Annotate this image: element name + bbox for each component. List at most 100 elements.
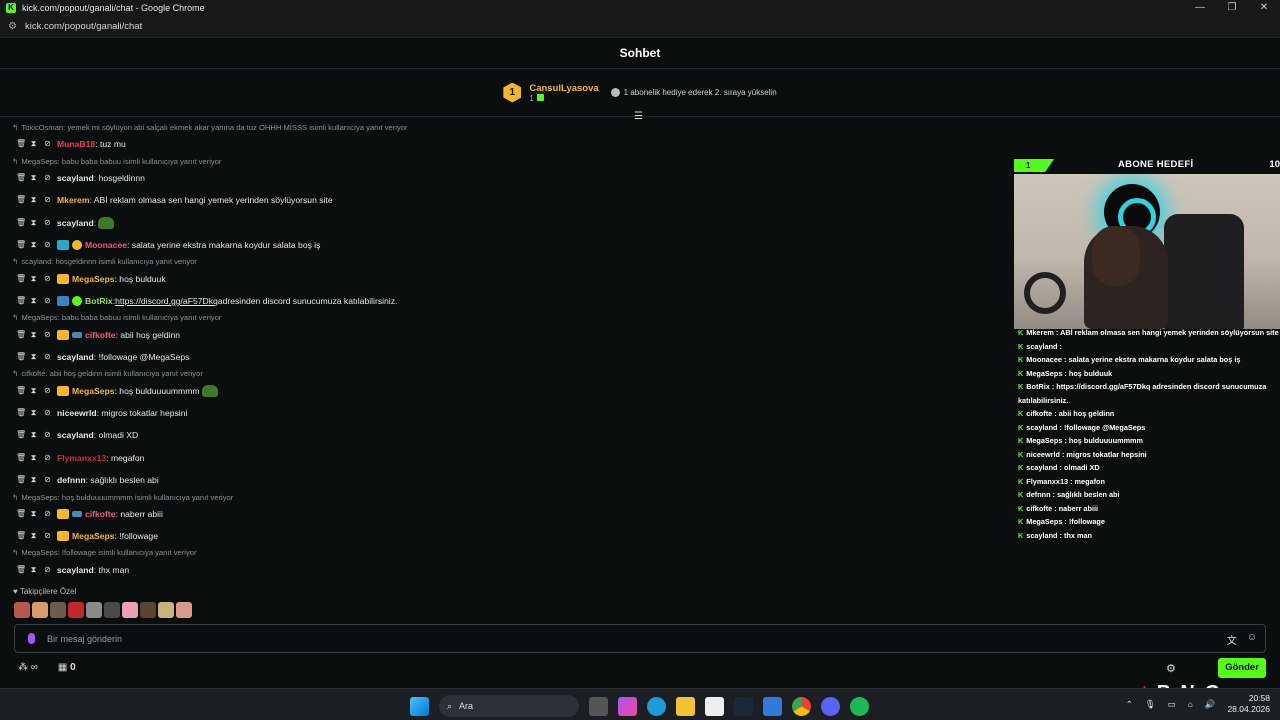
mail-icon[interactable] xyxy=(763,696,782,716)
delete-icon[interactable]: 🗑 xyxy=(16,386,26,396)
username[interactable]: MegaSeps xyxy=(72,386,115,396)
network-icon[interactable]: ⌂ xyxy=(1188,699,1193,709)
timeout-icon[interactable]: ⧗ xyxy=(30,274,37,284)
timeout-icon[interactable]: ⧗ xyxy=(30,296,37,306)
ban-icon[interactable]: ⊘ xyxy=(44,565,51,575)
spotify-icon[interactable] xyxy=(850,696,869,716)
url-text[interactable]: kick.com/popout/ganali/chat xyxy=(25,21,142,32)
steam-icon[interactable] xyxy=(734,696,753,716)
delete-icon[interactable]: 🗑 xyxy=(16,274,26,284)
settings-icon[interactable]: ⚙ xyxy=(1166,662,1176,675)
delete-icon[interactable]: 🗑 xyxy=(16,475,26,485)
delete-icon[interactable]: 🗑 xyxy=(16,195,26,205)
ban-icon[interactable]: ⊘ xyxy=(44,195,51,205)
delete-icon[interactable]: 🗑 xyxy=(16,430,26,440)
ban-icon[interactable]: ⊘ xyxy=(44,330,51,340)
timeout-icon[interactable]: ⧗ xyxy=(30,386,37,396)
delete-icon[interactable]: 🗑 xyxy=(16,408,26,418)
ban-icon[interactable]: ⊘ xyxy=(44,274,51,284)
username[interactable]: scayland xyxy=(57,173,94,183)
timeout-icon[interactable]: ⧗ xyxy=(30,173,37,183)
username[interactable]: niceewrld xyxy=(57,408,97,418)
timeout-icon[interactable]: ⧗ xyxy=(30,531,37,541)
timeout-icon[interactable]: ⧗ xyxy=(30,195,37,205)
ban-icon[interactable]: ⊘ xyxy=(44,453,51,463)
site-info-icon[interactable]: ⚙ xyxy=(8,21,17,32)
timeout-icon[interactable]: ⧗ xyxy=(30,330,37,340)
copilot-icon[interactable] xyxy=(618,696,637,716)
delete-icon[interactable]: 🗑 xyxy=(16,453,26,463)
ban-icon[interactable]: ⊘ xyxy=(44,173,51,183)
send-button[interactable]: Gönder xyxy=(1218,658,1266,678)
mic-tray-icon[interactable]: 🎙 xyxy=(1145,699,1156,710)
timeout-icon[interactable]: ⧗ xyxy=(30,453,37,463)
address-bar[interactable]: ⚙ kick.com/popout/ganali/chat xyxy=(0,16,1280,38)
delete-icon[interactable]: 🗑 xyxy=(16,330,26,340)
emote[interactable] xyxy=(104,602,120,618)
taskbar-search[interactable]: ⌕ Ara xyxy=(439,695,579,717)
username[interactable]: BotRix xyxy=(85,296,113,306)
ban-icon[interactable]: ⊘ xyxy=(44,296,51,306)
delete-icon[interactable]: 🗑 xyxy=(16,296,26,306)
ban-icon[interactable]: ⊘ xyxy=(44,386,51,396)
ban-icon[interactable]: ⊘ xyxy=(44,430,51,440)
username[interactable]: Moonacee xyxy=(85,240,127,250)
top-gifter-name[interactable]: CansulLyasova xyxy=(529,83,598,94)
username[interactable]: cifkofte xyxy=(85,330,116,340)
delete-icon[interactable]: 🗑 xyxy=(16,509,26,519)
discord-icon[interactable] xyxy=(821,696,840,716)
emote[interactable] xyxy=(140,602,156,618)
emote[interactable] xyxy=(176,602,192,618)
username[interactable]: defnnn xyxy=(57,475,86,485)
emote[interactable] xyxy=(32,602,48,618)
chrome-icon[interactable] xyxy=(792,696,811,716)
delete-icon[interactable]: 🗑 xyxy=(16,565,26,575)
username[interactable]: MunaB18 xyxy=(57,139,95,149)
ban-icon[interactable]: ⊘ xyxy=(44,475,51,485)
mic-icon[interactable] xyxy=(28,633,35,644)
emote[interactable] xyxy=(50,602,66,618)
ban-icon[interactable]: ⊘ xyxy=(44,139,51,149)
timeout-icon[interactable]: ⧗ xyxy=(30,475,37,485)
timeout-icon[interactable]: ⧗ xyxy=(30,430,37,440)
points-icon[interactable]: ⁂ ∞ xyxy=(18,662,38,673)
store-icon[interactable]: ▦ 0 xyxy=(58,662,76,673)
edge-icon[interactable] xyxy=(647,696,666,716)
username[interactable]: scayland xyxy=(57,430,94,440)
store-app-icon[interactable] xyxy=(705,696,724,716)
timeout-icon[interactable]: ⧗ xyxy=(30,240,37,250)
username[interactable]: scayland xyxy=(57,218,94,228)
clock[interactable]: 20:58 28.04.2026 xyxy=(1227,693,1270,715)
ban-icon[interactable]: ⊘ xyxy=(44,352,51,362)
delete-icon[interactable]: 🗑 xyxy=(16,531,26,541)
close-button[interactable]: ✕ xyxy=(1248,0,1280,16)
username[interactable]: MegaSeps xyxy=(72,531,115,541)
windows-start-icon[interactable] xyxy=(410,696,429,716)
maximize-button[interactable]: ❐ xyxy=(1216,0,1248,16)
timeout-icon[interactable]: ⧗ xyxy=(30,565,37,575)
emote[interactable] xyxy=(68,602,84,618)
display-icon[interactable]: ▭ xyxy=(1168,699,1176,710)
username[interactable]: Flymanxx13 xyxy=(57,453,106,463)
delete-icon[interactable]: 🗑 xyxy=(16,352,26,362)
username[interactable]: MegaSeps xyxy=(72,274,115,284)
timeout-icon[interactable]: ⧗ xyxy=(30,218,37,228)
delete-icon[interactable]: 🗑 xyxy=(16,173,26,183)
ban-icon[interactable]: ⊘ xyxy=(44,408,51,418)
emote[interactable] xyxy=(122,602,138,618)
ban-icon[interactable]: ⊘ xyxy=(44,509,51,519)
timeout-icon[interactable]: ⧗ xyxy=(30,139,37,149)
minimize-button[interactable]: — xyxy=(1184,0,1216,16)
volume-icon[interactable]: 🔊 xyxy=(1205,699,1216,710)
username[interactable]: cifkofte xyxy=(85,509,116,519)
timeout-icon[interactable]: ⧗ xyxy=(30,352,37,362)
timeout-icon[interactable]: ⧗ xyxy=(30,509,37,519)
message-link[interactable]: https://discord.gg/aF57Dkq xyxy=(115,296,218,306)
translate-icon[interactable]: 文 xyxy=(1227,632,1237,647)
ban-icon[interactable]: ⊘ xyxy=(44,240,51,250)
emote[interactable] xyxy=(14,602,30,618)
delete-icon[interactable]: 🗑 xyxy=(16,240,26,250)
username[interactable]: Mkerem xyxy=(57,195,89,205)
emoji-icon[interactable]: ☺ xyxy=(1247,632,1257,647)
file-explorer-icon[interactable] xyxy=(676,696,695,716)
